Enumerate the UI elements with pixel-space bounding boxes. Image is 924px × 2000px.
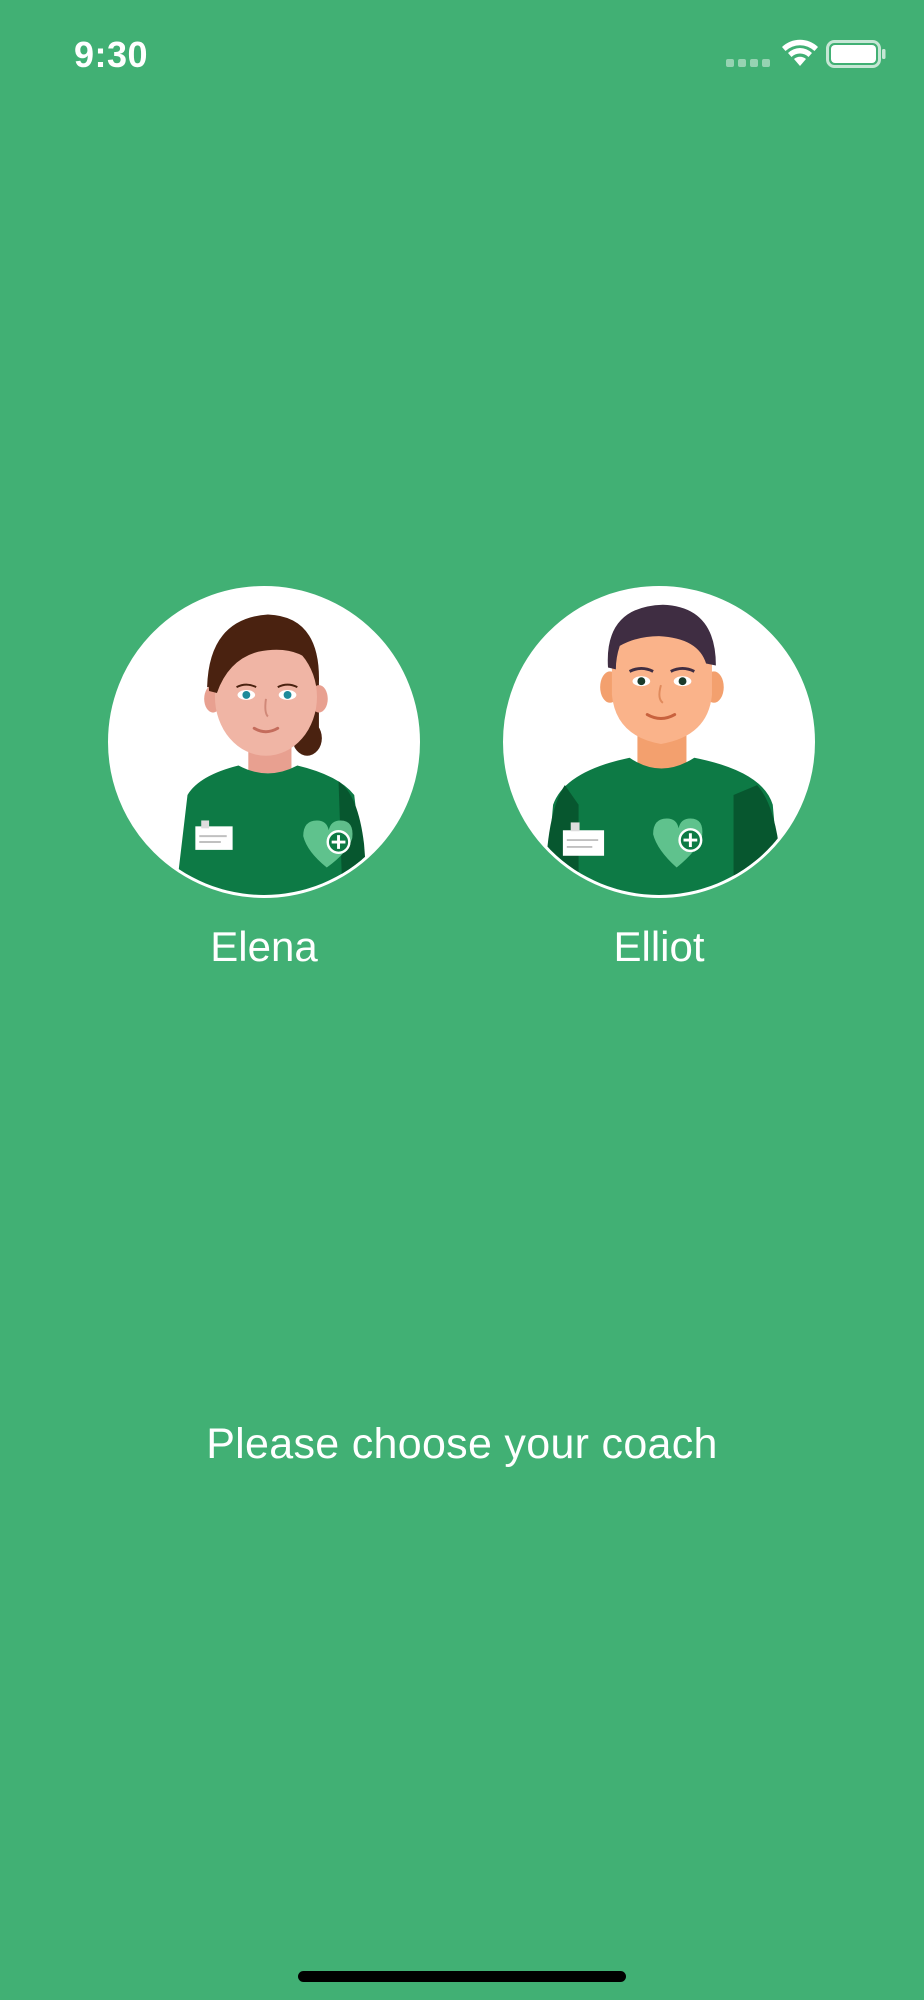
cellular-signal-icon [726, 59, 770, 67]
elliot-avatar[interactable] [503, 586, 815, 898]
battery-icon [826, 40, 886, 68]
home-indicator[interactable] [298, 1971, 626, 1982]
status-bar: 9:30 [0, 0, 924, 110]
male-coach-avatar-icon [506, 589, 812, 895]
choose-coach-prompt: Please choose your coach [206, 1420, 718, 1468]
coach-name-elliot: Elliot [613, 923, 705, 970]
coach-name-elena: Elena [210, 923, 318, 970]
elena-avatar[interactable] [108, 586, 420, 898]
wifi-icon [782, 39, 818, 66]
coach-option-elliot[interactable]: Elliot [503, 586, 815, 972]
status-time: 9:30 [74, 34, 149, 75]
female-coach-avatar-icon [111, 589, 417, 895]
coach-option-elena[interactable]: Elena [108, 586, 420, 972]
coach-selection-screen: 9:30 Elena Elliot Please choose your coa… [0, 0, 924, 2000]
